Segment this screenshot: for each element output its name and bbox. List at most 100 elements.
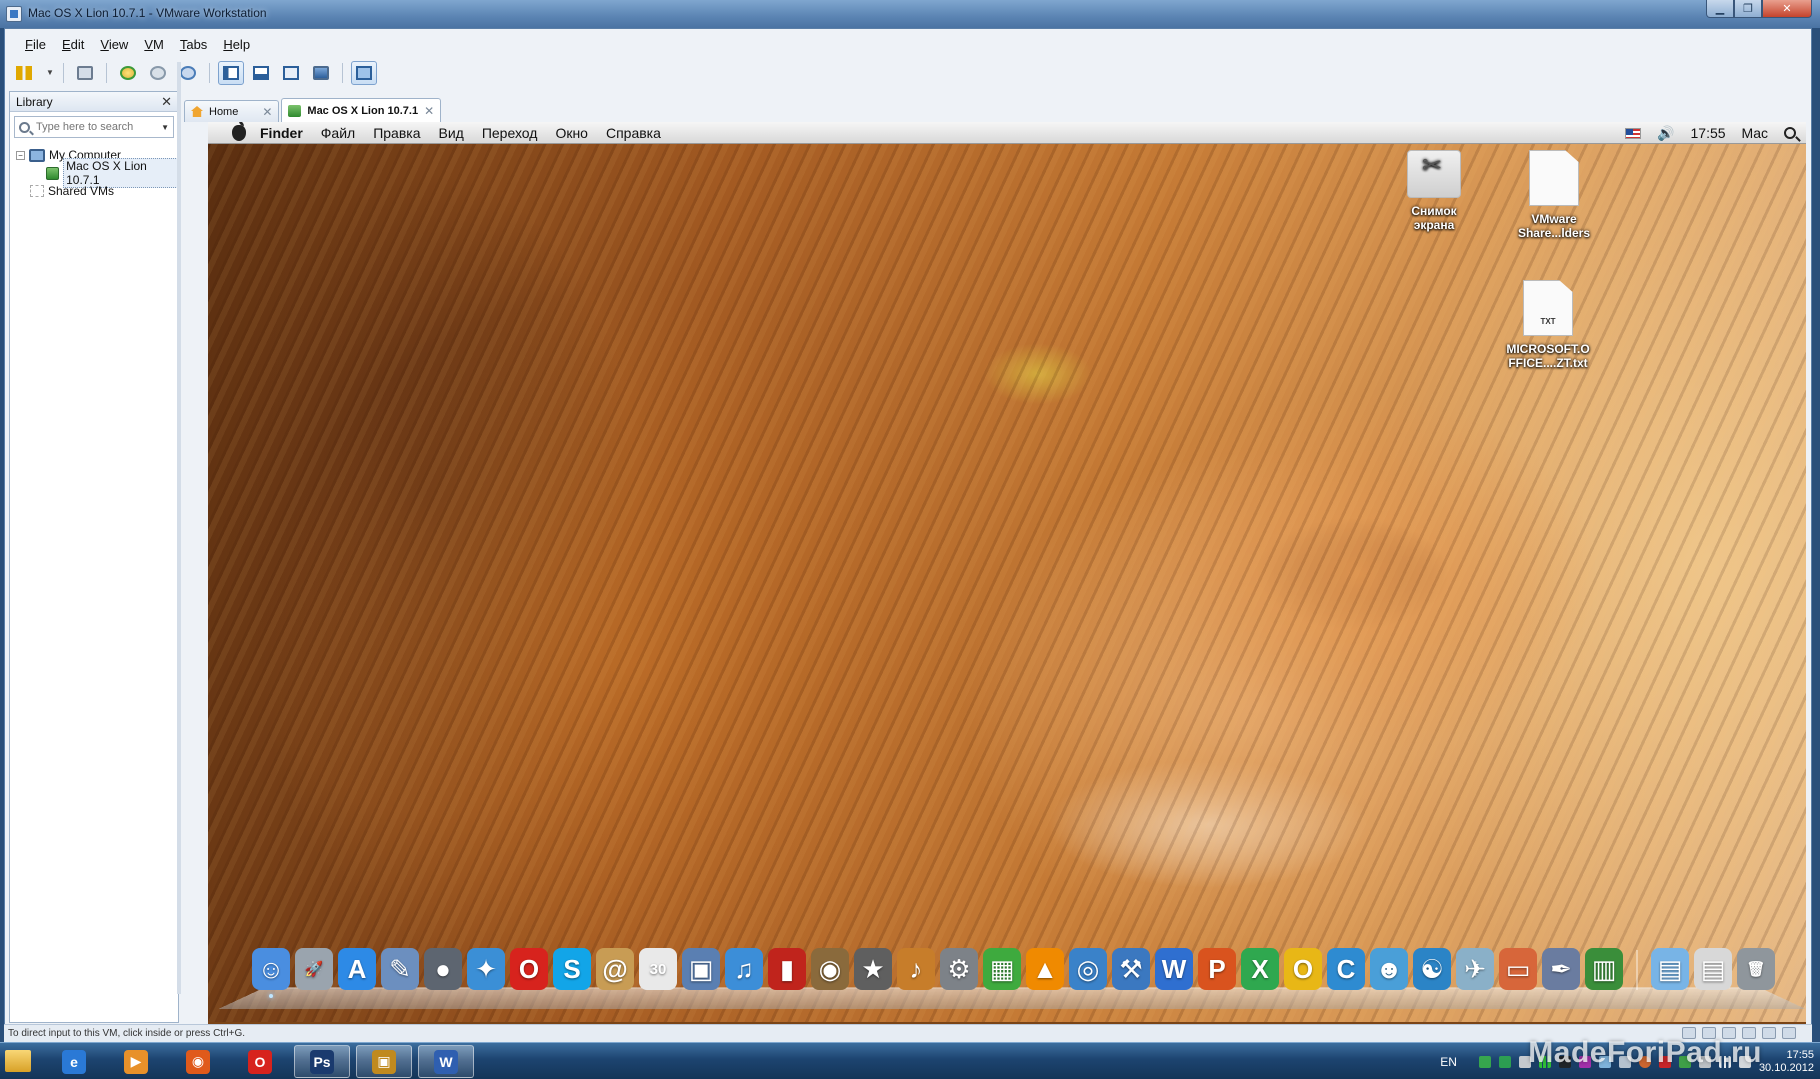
full-screen-button[interactable] bbox=[278, 61, 304, 85]
mac-clock[interactable]: 17:55 bbox=[1691, 125, 1726, 141]
tree-item-mac-os-x-lion[interactable]: Mac OS X Lion 10.7.1 bbox=[16, 158, 178, 188]
taskbar-app-vmware[interactable]: ▣ bbox=[356, 1045, 412, 1078]
tab-home[interactable]: Home ✕ bbox=[184, 100, 280, 122]
volume-icon[interactable]: 🔊 bbox=[1657, 125, 1674, 142]
dock-item-system-preferences[interactable]: ⚙ bbox=[940, 948, 978, 990]
suspend-button[interactable] bbox=[11, 61, 37, 85]
dock-item-communicator[interactable]: C bbox=[1327, 948, 1365, 990]
taskbar-app-media-player[interactable]: ▶ bbox=[108, 1045, 164, 1078]
dock-item-utility[interactable]: ✒ bbox=[1542, 948, 1580, 990]
dock-item-safari[interactable]: ✦ bbox=[467, 948, 505, 990]
dock-item-garageband[interactable]: ♪ bbox=[897, 948, 935, 990]
taskbar-app-word[interactable]: W bbox=[418, 1045, 474, 1078]
dock-item-xcode[interactable]: ⚒ bbox=[1112, 948, 1150, 990]
mac-menu-edit[interactable]: Правка bbox=[373, 125, 420, 141]
menu-tabs[interactable]: Tabs bbox=[172, 35, 215, 54]
dock-item-preview[interactable]: ✎ bbox=[381, 948, 419, 990]
console-view-button[interactable] bbox=[351, 61, 377, 85]
dock-item-image-capture[interactable]: ◉ bbox=[811, 948, 849, 990]
dock-item-app-store[interactable]: A bbox=[338, 948, 376, 990]
unity-button[interactable] bbox=[308, 61, 334, 85]
vm-display[interactable]: Finder Файл Правка Вид Переход Окно Спра… bbox=[208, 122, 1806, 1024]
search-dropdown-icon[interactable]: ▼ bbox=[161, 123, 169, 132]
activity-monitor-icon: ▥ bbox=[1591, 953, 1617, 984]
tab-close-icon[interactable]: ✕ bbox=[424, 104, 434, 118]
take-snapshot-button[interactable] bbox=[115, 61, 141, 85]
library-close-icon[interactable]: ✕ bbox=[161, 94, 172, 110]
dock-item-ical[interactable]: 30 bbox=[639, 948, 677, 990]
mac-menu-help[interactable]: Справка bbox=[606, 125, 661, 141]
dock-item-itunes[interactable]: ♫ bbox=[725, 948, 763, 990]
taskbar-app-internet-explorer[interactable]: e bbox=[46, 1045, 102, 1078]
dock-item-outlook[interactable]: O bbox=[1284, 948, 1322, 990]
dock-item-word[interactable]: W bbox=[1155, 948, 1193, 990]
mac-user-name[interactable]: Mac bbox=[1742, 125, 1768, 141]
dock-item-network[interactable]: ☯ bbox=[1413, 948, 1451, 990]
mac-menu-go[interactable]: Переход bbox=[482, 125, 538, 141]
explorer-button[interactable] bbox=[2, 1046, 34, 1077]
library-splitter[interactable] bbox=[177, 62, 181, 994]
vm-icon bbox=[46, 166, 60, 180]
library-search-input[interactable] bbox=[36, 121, 146, 133]
dock-item-keynote[interactable]: ▭ bbox=[1499, 948, 1537, 990]
dock-item-iphoto[interactable]: ▣ bbox=[682, 948, 720, 990]
mac-menu-view[interactable]: Вид bbox=[439, 125, 464, 141]
tray-app-icon[interactable] bbox=[1478, 1055, 1491, 1068]
dock-item-trash[interactable]: 🗑 bbox=[1737, 948, 1775, 990]
mac-menu-file[interactable]: Файл bbox=[321, 125, 355, 141]
dock-item-spiral-app[interactable]: ◎ bbox=[1069, 948, 1107, 990]
taskbar-clock[interactable]: 17:55 30.10.2012 bbox=[1759, 1049, 1814, 1075]
dock-item-vlc[interactable]: ▲ bbox=[1026, 948, 1064, 990]
dock-item-launchpad[interactable]: 🚀 bbox=[295, 948, 333, 990]
maximize-button[interactable]: ❐ bbox=[1734, 0, 1762, 18]
dock-item-excel[interactable]: X bbox=[1241, 948, 1279, 990]
menu-file[interactable]: File bbox=[17, 35, 54, 54]
dock-item-skype[interactable]: S bbox=[553, 948, 591, 990]
sound-card-icon[interactable] bbox=[1762, 1027, 1776, 1039]
dock-item-documents-folder[interactable]: ▤ bbox=[1651, 948, 1689, 990]
dock-item-image-app[interactable]: ✈ bbox=[1456, 948, 1494, 990]
dock-item-activity-monitor[interactable]: ▥ bbox=[1585, 948, 1623, 990]
minimize-button[interactable]: ▁ bbox=[1706, 0, 1734, 18]
tree-item-shared-vms[interactable]: Shared VMs bbox=[16, 182, 178, 200]
messages-icon[interactable] bbox=[1782, 1027, 1796, 1039]
dock-item-messenger[interactable]: ☻ bbox=[1370, 948, 1408, 990]
dock-item-address-book[interactable]: @ bbox=[596, 948, 634, 990]
close-button[interactable]: ✕ bbox=[1762, 0, 1812, 18]
mac-menu-finder[interactable]: Finder bbox=[260, 125, 303, 141]
taskbar-app-firefox[interactable]: ◉ bbox=[170, 1045, 226, 1078]
collapse-icon[interactable]: − bbox=[16, 150, 25, 160]
send-ctrl-alt-del-button[interactable] bbox=[72, 61, 98, 85]
dock-item-finder[interactable]: ☺ bbox=[252, 948, 290, 998]
apple-menu-icon[interactable] bbox=[232, 122, 246, 141]
menu-vm[interactable]: VM bbox=[136, 35, 172, 54]
desktop-icon-vmware-shared-folders[interactable]: VMware Share...lders bbox=[1508, 150, 1600, 240]
vmware-icon: ▣ bbox=[372, 1049, 396, 1074]
dock-item-downloads[interactable]: ▤ bbox=[1694, 948, 1732, 990]
show-library-button[interactable] bbox=[218, 61, 244, 85]
dock-item-opera[interactable]: O bbox=[510, 948, 548, 990]
desktop-icon-screenshot[interactable]: Снимок экрана bbox=[1388, 150, 1480, 232]
show-thumbnail-bar-button[interactable] bbox=[248, 61, 274, 85]
dock-item-facetime[interactable]: ● bbox=[424, 948, 462, 990]
taskbar-app-opera[interactable]: O bbox=[232, 1045, 288, 1078]
tab-mac-os-x-lion[interactable]: Mac OS X Lion 10.7.1 ✕ bbox=[281, 98, 442, 122]
power-dropdown-button[interactable] bbox=[41, 61, 55, 85]
tab-close-icon[interactable]: ✕ bbox=[262, 105, 272, 119]
taskbar-app-photoshop[interactable]: Ps bbox=[294, 1045, 350, 1078]
toolbar-separator bbox=[209, 63, 210, 83]
dock-item-numbers[interactable]: ▦ bbox=[983, 948, 1021, 990]
revert-snapshot-button[interactable] bbox=[145, 61, 171, 85]
spotlight-icon[interactable] bbox=[1784, 127, 1796, 139]
menu-edit[interactable]: Edit bbox=[54, 35, 92, 54]
tray-antivirus-icon[interactable] bbox=[1498, 1055, 1511, 1068]
dock-item-powerpoint[interactable]: P bbox=[1198, 948, 1236, 990]
mac-menu-window[interactable]: Окно bbox=[555, 125, 588, 141]
language-indicator[interactable]: EN bbox=[1440, 1055, 1457, 1069]
dock-item-photo-booth[interactable]: ▮ bbox=[768, 948, 806, 990]
desktop-icon-microsoft-office-txt[interactable]: TXT MICROSOFT.O FFICE....ZT.txt bbox=[1502, 280, 1594, 370]
menu-view[interactable]: View bbox=[92, 35, 136, 54]
dock-item-imovie[interactable]: ★ bbox=[854, 948, 892, 990]
menu-help[interactable]: Help bbox=[215, 35, 258, 54]
input-source-flag-icon[interactable] bbox=[1625, 127, 1642, 139]
